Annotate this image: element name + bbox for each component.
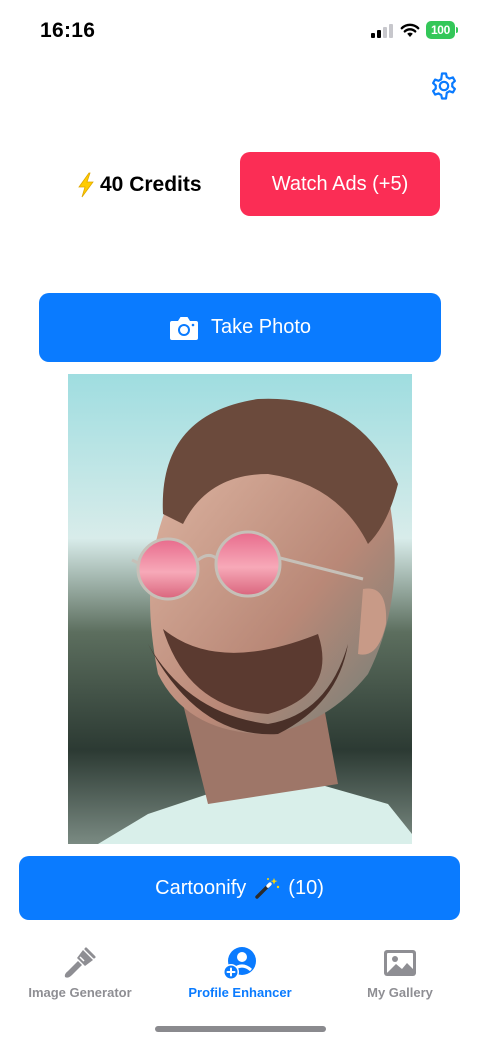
cartoonify-label: Cartoonify — [155, 876, 247, 899]
tab-my-gallery[interactable]: My Gallery — [320, 938, 480, 1006]
take-photo-label: Take Photo — [210, 316, 312, 338]
cartoonify-cost: (10) — [288, 876, 324, 899]
tab-bar: Image Generator Profile Enhancer My Gall… — [0, 938, 480, 1010]
credits-label: 40 Credits — [100, 173, 202, 196]
home-indicator[interactable] — [155, 1026, 326, 1032]
portrait-photo — [68, 374, 412, 844]
camera-icon — [169, 316, 198, 340]
magic-wand-icon — [255, 878, 280, 899]
tab-label-image-generator: Image Generator — [28, 985, 132, 1000]
tab-image-generator[interactable]: Image Generator — [0, 938, 160, 1006]
profile-add-icon — [223, 947, 256, 980]
battery-level: 100 — [430, 23, 451, 37]
tab-profile-enhancer[interactable]: Profile Enhancer — [160, 938, 320, 1006]
status-bar: 16:16 100 — [0, 0, 480, 62]
cartoonify-button[interactable]: Cartoonify (10) — [19, 856, 460, 920]
signal-icon — [371, 24, 393, 38]
status-time: 16:16 — [40, 19, 96, 42]
battery-icon: 100 — [426, 21, 458, 39]
photo-preview — [68, 374, 412, 844]
credits-display: 40 Credits — [76, 170, 202, 200]
tab-label-profile-enhancer: Profile Enhancer — [188, 985, 292, 1000]
wifi-icon — [400, 23, 420, 37]
paintbrush-icon — [64, 947, 96, 978]
settings-button[interactable] — [427, 69, 461, 103]
take-photo-button[interactable]: Take Photo — [39, 293, 441, 362]
lightning-bolt-icon — [78, 172, 94, 198]
watch-ads-label: Watch Ads (+5) — [271, 172, 409, 195]
photo-icon — [384, 950, 416, 976]
gear-icon — [432, 72, 456, 100]
tab-label-my-gallery: My Gallery — [367, 985, 433, 1000]
watch-ads-button[interactable]: Watch Ads (+5) — [240, 152, 440, 216]
